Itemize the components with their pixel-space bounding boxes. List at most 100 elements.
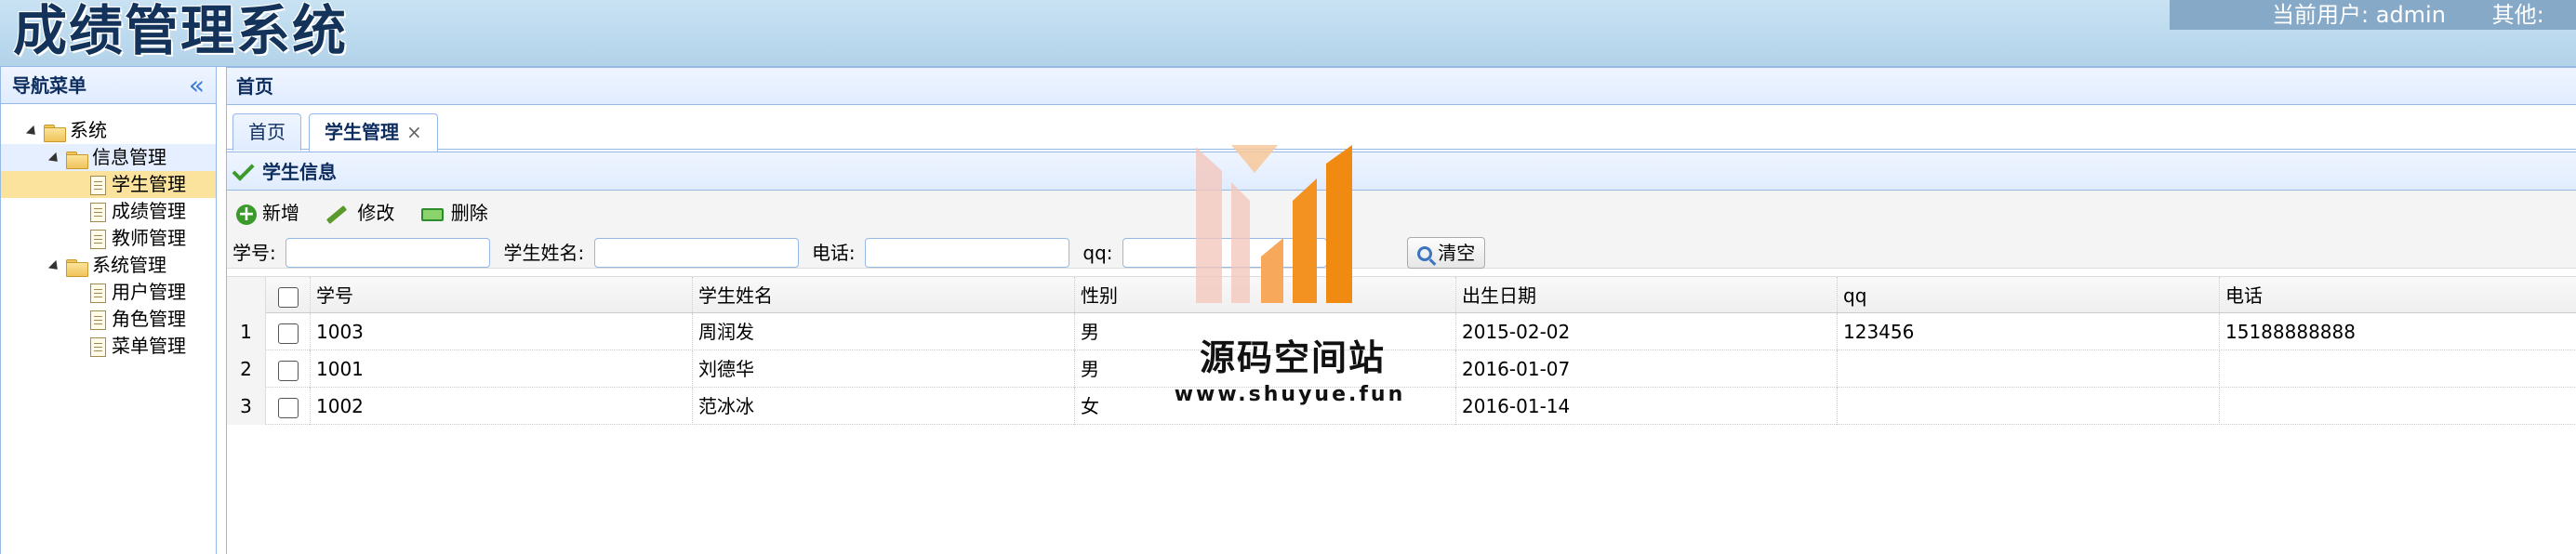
col-header-student-no[interactable]: 学号 xyxy=(311,277,693,314)
tree-node-label: 学生管理 xyxy=(112,173,186,195)
student-no-label: 学号: xyxy=(232,241,276,264)
clear-button[interactable]: 清空 xyxy=(1407,236,1486,269)
double-chevron-left-icon[interactable]: « xyxy=(189,67,205,104)
qq-input[interactable] xyxy=(1122,237,1327,268)
tree-node-label: 角色管理 xyxy=(112,308,186,330)
close-icon[interactable]: × xyxy=(406,121,422,143)
row-checkbox-cell xyxy=(266,388,311,425)
tree-node-role-mgmt[interactable]: 角色管理 xyxy=(1,306,216,333)
col-header-gender[interactable]: 性别 xyxy=(1075,277,1456,314)
expand-arrow-icon[interactable] xyxy=(47,259,62,273)
search-form: 学号: 学生姓名: 电话: qq: 清空 xyxy=(232,235,1486,269)
nav-tree: 系统 信息管理 学生管理 成绩管理 教师管理 系统管理 用户管理 角色管理 菜单… xyxy=(1,104,216,360)
add-button[interactable]: 新增 xyxy=(236,198,299,230)
tree-node-teacher-mgmt[interactable]: 教师管理 xyxy=(1,225,216,252)
cell-student-no: 1001 xyxy=(311,350,693,388)
phone-label: 电话: xyxy=(811,241,856,264)
tab-bar: 首页 学生管理 × xyxy=(227,105,2576,152)
col-header-birth[interactable]: 出生日期 xyxy=(1456,277,1838,314)
student-name-label: 学生姓名: xyxy=(503,241,585,264)
student-no-input[interactable] xyxy=(285,237,491,268)
tab-student-mgmt[interactable]: 学生管理 × xyxy=(309,113,438,152)
app-title: 成绩管理系统 xyxy=(13,0,349,62)
cell-qq: 123456 xyxy=(1838,313,2220,350)
row-checkbox-cell xyxy=(266,313,311,350)
file-icon xyxy=(90,310,106,330)
edit-button[interactable]: 修改 xyxy=(325,198,394,228)
current-user-name: admin xyxy=(2375,2,2446,28)
cell-birth: 2016-01-14 xyxy=(1456,388,1838,425)
folder-icon xyxy=(66,258,88,277)
watermark-title: 源码空间站 xyxy=(1199,337,1386,378)
tree-node-label: 用户管理 xyxy=(112,281,186,303)
current-user-label: 当前用户: xyxy=(2272,2,2370,28)
delete-icon xyxy=(420,207,444,221)
tree-node-label: 教师管理 xyxy=(112,227,186,249)
tree-node-label: 系统管理 xyxy=(92,254,166,276)
student-name-input[interactable] xyxy=(593,237,799,268)
file-icon xyxy=(90,337,106,357)
watermark-url: www.shuyue.fun xyxy=(1174,383,1406,406)
nav-title: 导航菜单 xyxy=(12,74,86,97)
other-label: 其他: xyxy=(2491,2,2544,28)
file-icon xyxy=(90,203,106,222)
tree-node-student-mgmt[interactable]: 学生管理 xyxy=(1,171,216,198)
nav-panel: 导航菜单 « 系统 信息管理 学生管理 成绩管理 教师管理 系统管理 用户管理 … xyxy=(0,67,217,554)
tab-home[interactable]: 首页 xyxy=(232,113,301,151)
cell-student-name: 刘德华 xyxy=(693,350,1075,388)
tree-node-info-mgmt[interactable]: 信息管理 xyxy=(1,144,216,171)
delete-button[interactable]: 删除 xyxy=(420,198,488,228)
cell-phone xyxy=(2220,350,2576,388)
cell-student-no: 1003 xyxy=(311,313,693,350)
file-icon xyxy=(90,176,106,195)
add-icon xyxy=(236,200,257,230)
tree-node-label: 菜单管理 xyxy=(112,335,186,357)
row-number-header xyxy=(227,277,266,314)
tree-node-user-mgmt[interactable]: 用户管理 xyxy=(1,279,216,306)
edit-label: 修改 xyxy=(357,202,395,224)
select-all-checkbox-cell xyxy=(266,277,311,314)
row-checkbox[interactable] xyxy=(277,360,299,381)
row-number: 2 xyxy=(227,350,266,388)
toolbar-actions: 新增 修改 删除 xyxy=(236,198,509,230)
cell-qq xyxy=(1838,388,2220,425)
cell-birth: 2016-01-07 xyxy=(1456,350,1838,388)
row-checkbox[interactable] xyxy=(277,397,299,418)
main-panel: 首页 首页 学生管理 × 学生信息 新增 修改 删除 学号: 学生姓名: 电话: … xyxy=(226,67,2576,554)
phone-input[interactable] xyxy=(865,237,1070,268)
tree-node-menu-mgmt[interactable]: 菜单管理 xyxy=(1,333,216,360)
cell-student-name: 范冰冰 xyxy=(693,388,1075,425)
cell-phone: 15188888888 xyxy=(2220,313,2576,350)
expand-arrow-icon[interactable] xyxy=(47,152,62,165)
delete-label: 删除 xyxy=(450,202,488,224)
col-header-student-name[interactable]: 学生姓名 xyxy=(693,277,1075,314)
row-number: 1 xyxy=(227,313,266,350)
cell-student-no: 1002 xyxy=(311,388,693,425)
folder-icon xyxy=(44,124,66,142)
expand-arrow-icon[interactable] xyxy=(25,125,40,138)
tab-label: 首页 xyxy=(248,121,285,143)
file-icon xyxy=(90,284,106,303)
tree-node-system[interactable]: 系统 xyxy=(1,117,216,144)
table-header-row: 学号 学生姓名 性别 出生日期 qq 电话 xyxy=(227,276,2576,314)
main-header: 首页 xyxy=(227,68,2576,105)
tree-node-label: 成绩管理 xyxy=(112,200,186,222)
user-bar: 当前用户: admin 其他: xyxy=(2170,0,2576,30)
file-icon xyxy=(90,230,106,249)
cell-birth: 2015-02-02 xyxy=(1456,313,1838,350)
qq-label: qq: xyxy=(1082,241,1113,264)
tab-label: 学生管理 xyxy=(325,121,399,143)
checkmark-icon xyxy=(232,158,255,181)
grid-title-text: 学生信息 xyxy=(262,161,337,183)
app-header: 成绩管理系统 当前用户: admin 其他: xyxy=(0,0,2576,67)
col-header-qq[interactable]: qq xyxy=(1838,277,2220,314)
row-checkbox[interactable] xyxy=(277,323,299,344)
tree-node-sys-mgmt[interactable]: 系统管理 xyxy=(1,252,216,279)
cell-student-name: 周润发 xyxy=(693,313,1075,350)
tree-node-score-mgmt[interactable]: 成绩管理 xyxy=(1,198,216,225)
select-all-checkbox[interactable] xyxy=(277,286,299,308)
col-header-phone[interactable]: 电话 xyxy=(2220,277,2576,314)
add-label: 新增 xyxy=(262,202,299,224)
row-number: 3 xyxy=(227,388,266,425)
grid-title: 学生信息 xyxy=(227,152,2576,191)
